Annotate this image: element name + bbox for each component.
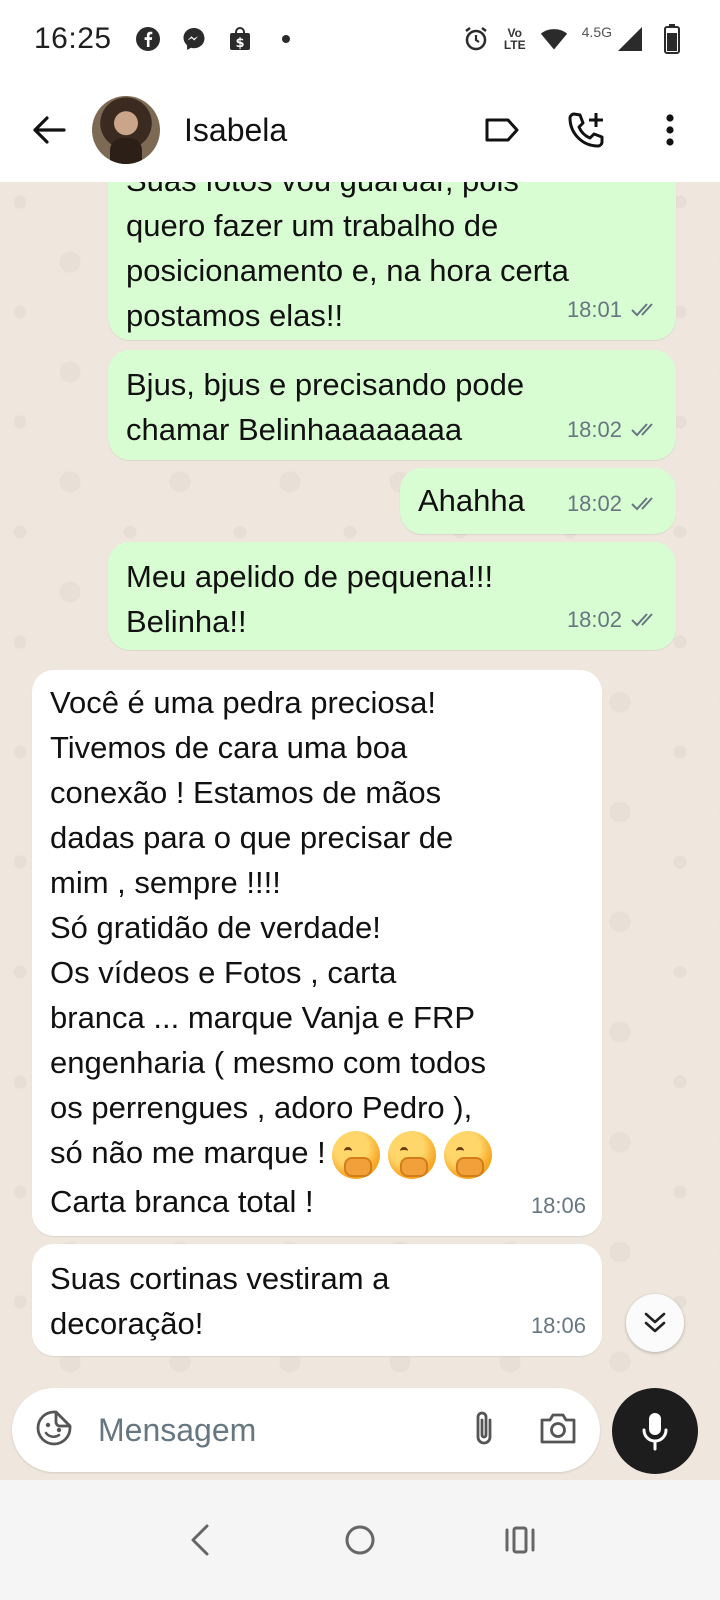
double-check-icon: [631, 302, 653, 316]
nav-home-icon[interactable]: [335, 1515, 385, 1565]
input-actions: [470, 1408, 578, 1453]
message-time: 18:01: [566, 297, 622, 322]
message-time: 18:02: [566, 491, 622, 516]
label-icon[interactable]: [480, 108, 524, 152]
message-placeholder: Mensagem: [98, 1411, 257, 1448]
contact-name[interactable]: Isabela: [184, 112, 287, 149]
chat-header: Isabela: [0, 78, 720, 182]
message-time: 18:02: [566, 607, 622, 632]
nav-back-icon[interactable]: [175, 1515, 225, 1565]
chat-area[interactable]: Suas fotos vou guardar, pois quero fazer…: [0, 182, 720, 1400]
avatar[interactable]: [92, 96, 160, 164]
face-with-hand-over-mouth-icon: [331, 1130, 380, 1179]
alarm-icon: [462, 25, 490, 53]
attach-icon[interactable]: [470, 1408, 498, 1453]
microphone-icon: [642, 1413, 668, 1451]
message-meta: 18:01: [567, 287, 660, 332]
shop-bag-icon: $: [226, 25, 254, 53]
double-chevron-down-icon: [644, 1312, 666, 1333]
facebook-icon: [134, 25, 162, 53]
volte-bottom: LTE: [503, 38, 526, 52]
nav-recents-icon[interactable]: [495, 1515, 545, 1565]
message-meta: 18:02: [567, 597, 660, 642]
add-call-icon[interactable]: [564, 108, 608, 152]
dot-icon: [272, 25, 300, 53]
scroll-to-bottom-button[interactable]: [626, 1294, 684, 1352]
system-status-icons: Vo LTE 4.5G: [462, 24, 686, 54]
emoji-group: [331, 1130, 492, 1179]
message-text: Suas cortinas vestiram a decoração!: [50, 1261, 390, 1341]
message-text: Você é uma pedra preciosa! Tivemos de ca…: [50, 685, 486, 1170]
message-meta: 18:02: [567, 481, 660, 526]
message-bubble-outgoing[interactable]: Meu apelido de pequena!!! Belinha!! 18:0…: [108, 542, 676, 650]
message-meta: 18:06: [531, 1303, 586, 1348]
network-type: 4.5G: [581, 24, 612, 40]
message-meta: 18:06: [531, 1183, 586, 1228]
message-time: 18:02: [566, 417, 622, 442]
message-bubble-outgoing[interactable]: Ahahha 18:02: [400, 468, 676, 534]
header-actions: [480, 108, 692, 152]
sticker-icon[interactable]: [34, 1408, 74, 1453]
double-check-icon: [631, 612, 653, 626]
message-text-continued: Carta branca total !: [50, 1183, 314, 1219]
status-time: 16:25: [34, 22, 112, 55]
mic-button[interactable]: [612, 1388, 698, 1474]
battery-icon: [658, 24, 686, 54]
system-navigation-bar: [0, 1480, 720, 1600]
message-composer: Mensagem: [0, 1380, 720, 1480]
double-check-icon: [631, 496, 653, 510]
svg-text:$: $: [235, 36, 244, 51]
notification-icons: $: [134, 25, 300, 53]
signal-icon: [616, 25, 644, 53]
status-bar: 16:25 $ Vo LTE 4.5G: [0, 0, 720, 78]
message-bubble-incoming[interactable]: Você é uma pedra preciosa! Tivemos de ca…: [32, 670, 602, 1236]
message-meta: 18:02: [567, 407, 660, 452]
wifi-icon: [540, 25, 568, 53]
volte-icon: Vo LTE: [504, 27, 526, 51]
back-arrow-icon[interactable]: [24, 105, 74, 155]
messenger-icon: [180, 25, 208, 53]
double-check-icon: [631, 422, 653, 436]
message-time: 18:06: [530, 1193, 586, 1218]
message-bubble-outgoing[interactable]: Suas fotos vou guardar, pois quero fazer…: [108, 182, 676, 340]
message-time: 18:06: [530, 1313, 586, 1338]
face-with-hand-over-mouth-icon: [387, 1130, 436, 1179]
face-with-hand-over-mouth-icon: [443, 1130, 492, 1179]
message-bubble-incoming[interactable]: Suas cortinas vestiram a decoração! 18:0…: [32, 1244, 602, 1356]
message-bubble-outgoing[interactable]: Bjus, bjus e precisando pode chamar Beli…: [108, 350, 676, 460]
more-options-icon[interactable]: [648, 108, 692, 152]
message-input[interactable]: Mensagem: [12, 1388, 600, 1472]
camera-icon[interactable]: [538, 1410, 578, 1451]
